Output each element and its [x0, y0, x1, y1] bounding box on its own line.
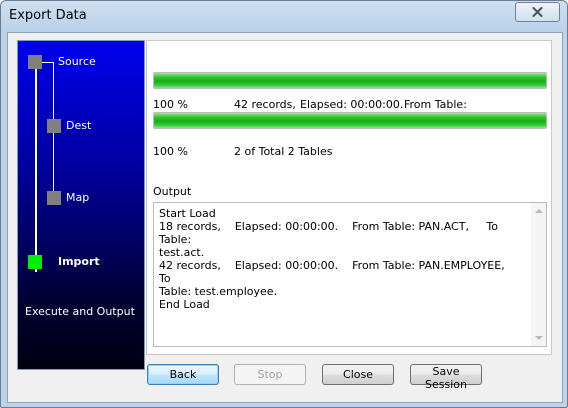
close-icon — [532, 7, 543, 17]
records-from-table: From Table: — [404, 98, 467, 111]
records-count: 42 records, — [234, 98, 296, 111]
output-scrollbar[interactable] — [531, 203, 546, 346]
window-title: Export Data — [9, 8, 87, 23]
tables-percent: 100 % — [153, 145, 188, 158]
dialog-body: Source Dest Map Import Execute and Outpu… — [7, 32, 563, 403]
back-button[interactable]: Back — [147, 364, 219, 385]
records-percent: 100 % — [153, 98, 188, 111]
output-label: Output — [153, 185, 192, 198]
step-dest-indicator — [47, 119, 61, 133]
step-source-indicator — [28, 55, 42, 69]
records-progress-bar — [153, 72, 547, 89]
window-close-button[interactable] — [515, 2, 560, 22]
title-bar[interactable]: Export Data — [1, 1, 567, 33]
records-elapsed: Elapsed: 00:00:00. — [300, 98, 404, 111]
export-data-dialog: Export Data Source Dest Map Import Execu… — [0, 0, 568, 408]
step-import-label: Import — [58, 255, 100, 268]
steps-connector-inner — [53, 62, 54, 204]
step-dest-label: Dest — [66, 119, 92, 132]
output-log-text: Start Load 18 records, Elapsed: 00:00:00… — [159, 207, 505, 311]
records-progress-fill — [154, 73, 546, 88]
step-import-indicator — [28, 255, 42, 269]
wizard-steps-panel: Source Dest Map Import Execute and Outpu… — [17, 40, 145, 370]
tables-progress-bar — [153, 112, 547, 129]
tables-count: 2 of Total 2 Tables — [234, 145, 333, 158]
scroll-up-arrow-icon[interactable] — [535, 209, 543, 213]
step-source-label: Source — [58, 55, 96, 68]
output-textarea[interactable]: Start Load 18 records, Elapsed: 00:00:00… — [153, 202, 547, 347]
save-session-button[interactable]: Save Session — [410, 364, 482, 391]
tables-progress-fill — [154, 113, 546, 128]
step-map-indicator — [47, 191, 61, 205]
step-execute-label: Execute and Output — [25, 305, 135, 318]
close-button[interactable]: Close — [322, 364, 394, 385]
stop-button[interactable]: Stop — [234, 364, 306, 385]
steps-connector-main — [35, 62, 37, 272]
step-map-label: Map — [66, 191, 90, 204]
progress-panel: 100 % 42 records, Elapsed: 00:00:00. Fro… — [146, 40, 552, 355]
scroll-down-arrow-icon[interactable] — [535, 336, 543, 340]
